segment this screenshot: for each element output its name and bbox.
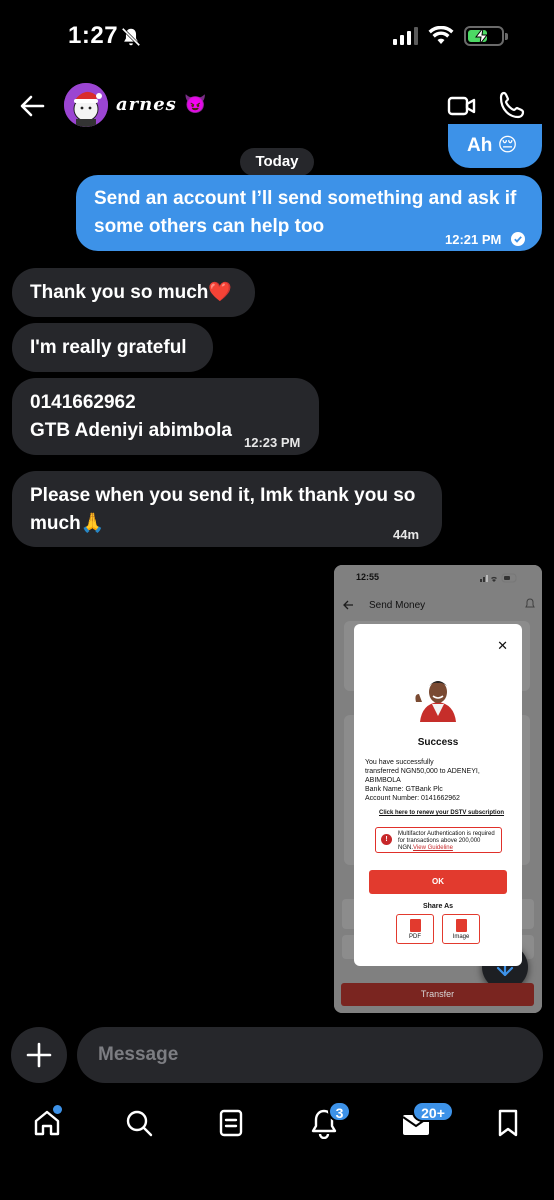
read-check-icon bbox=[511, 232, 525, 246]
message-text-line: 0141662962 bbox=[30, 392, 136, 413]
detail-line: ABIMBOLA bbox=[365, 777, 401, 784]
detail-line: Account Number: 0141662962 bbox=[365, 795, 460, 802]
search-icon bbox=[126, 1110, 153, 1137]
info-icon: ! bbox=[381, 834, 392, 845]
video-call-icon[interactable] bbox=[446, 90, 478, 122]
detail-line: Bank Name: GTBank Plc bbox=[365, 786, 443, 793]
success-modal: ✕ Success You have successfully transfer… bbox=[354, 624, 522, 966]
pdf-icon bbox=[410, 919, 421, 932]
share-pdf-label: PDF bbox=[409, 934, 421, 940]
message-meta: 12:21 PM bbox=[445, 226, 525, 254]
battery-charging-icon bbox=[464, 26, 508, 46]
notifications-badge: 3 bbox=[328, 1101, 351, 1122]
tab-messages[interactable]: 20+ bbox=[396, 1101, 454, 1143]
avatar[interactable] bbox=[64, 83, 108, 127]
message-bubble-outgoing[interactable]: Ah 😔 bbox=[448, 124, 542, 168]
message-bubble-incoming[interactable]: Please when you send it, Imk thank you s… bbox=[12, 471, 442, 547]
bottom-tab-bar: 3 20+ bbox=[0, 1095, 554, 1155]
success-title: Success bbox=[417, 737, 459, 748]
ok-button[interactable]: OK bbox=[369, 870, 507, 894]
list-icon bbox=[219, 1109, 243, 1137]
home-indicator bbox=[0, 1180, 554, 1200]
image-icon bbox=[456, 919, 467, 932]
bell-muted-icon bbox=[121, 27, 141, 47]
tab-bookmarks[interactable] bbox=[488, 1103, 528, 1143]
message-text: Please when you send it, Imk thank you s… bbox=[30, 485, 416, 534]
tab-lists[interactable] bbox=[211, 1103, 251, 1143]
success-illustration bbox=[415, 681, 456, 722]
message-time: 12:21 PM bbox=[445, 232, 502, 247]
close-icon[interactable]: ✕ bbox=[497, 638, 508, 654]
messages-badge: 20+ bbox=[412, 1101, 454, 1122]
status-icons bbox=[393, 26, 508, 46]
status-time: 1:27 bbox=[68, 22, 119, 49]
message-time: 12:23 PM bbox=[244, 435, 301, 450]
date-divider: Today bbox=[240, 148, 314, 176]
share-label: Share As bbox=[422, 903, 454, 910]
view-guideline-link[interactable]: View Guideline bbox=[413, 845, 453, 851]
tab-home[interactable] bbox=[27, 1103, 67, 1143]
message-bubble-incoming[interactable]: Thank you so much❤️ bbox=[12, 268, 255, 317]
phone-call-icon[interactable] bbox=[498, 90, 528, 120]
transfer-details: You have successfully transferred NGN50,… bbox=[365, 758, 515, 803]
tab-search[interactable] bbox=[119, 1103, 159, 1143]
plus-icon bbox=[26, 1042, 52, 1068]
message-text: Ah 😔 bbox=[467, 135, 518, 156]
share-image-button[interactable]: Image bbox=[442, 914, 480, 944]
tab-notifications[interactable]: 3 bbox=[304, 1101, 351, 1143]
detail-line: You have successfully bbox=[365, 759, 434, 766]
transfer-button: Transfer bbox=[341, 983, 534, 1006]
message-text: I'm really grateful bbox=[30, 337, 187, 358]
cellular-signal-icon bbox=[393, 27, 418, 45]
unread-dot bbox=[53, 1105, 62, 1114]
status-bar: 1:27 bbox=[0, 0, 554, 76]
message-time: 44m bbox=[393, 527, 420, 542]
wifi-icon bbox=[428, 26, 454, 44]
back-arrow-icon[interactable] bbox=[16, 90, 48, 122]
screenshot-status-time: 12:55 bbox=[356, 572, 380, 582]
share-image-label: Image bbox=[452, 934, 470, 940]
detail-line: transferred NGN50,000 to ADENEYI, bbox=[365, 768, 480, 775]
message-input[interactable] bbox=[77, 1027, 543, 1083]
contact-name[interactable]: arnes 😈 bbox=[116, 94, 208, 115]
contact-name-text: arnes bbox=[116, 94, 177, 115]
avatar-image bbox=[64, 83, 108, 127]
contact-name-emoji: 😈 bbox=[184, 94, 208, 115]
message-bubble-incoming[interactable]: I'm really grateful bbox=[12, 323, 213, 372]
message-text: Thank you so much❤️ bbox=[30, 282, 233, 303]
add-attachment-button[interactable] bbox=[11, 1027, 67, 1083]
message-bubble-outgoing[interactable]: Send an account I’ll send something and … bbox=[76, 175, 542, 251]
message-bubble-incoming[interactable]: 0141662962 GTB Adeniyi abimbola 12:23 PM bbox=[12, 378, 319, 455]
image-attachment[interactable]: 12:55 Send Money ✕ Success You have succ… bbox=[334, 565, 542, 1013]
share-pdf-button[interactable]: PDF bbox=[396, 914, 434, 944]
bookmark-icon bbox=[498, 1109, 518, 1137]
mfa-notice: ! Multifactor Authentication is required… bbox=[375, 827, 502, 853]
screenshot-status-icons bbox=[480, 573, 517, 583]
dstv-renew-link[interactable]: Click here to renew your DSTV subscripti… bbox=[379, 810, 504, 816]
